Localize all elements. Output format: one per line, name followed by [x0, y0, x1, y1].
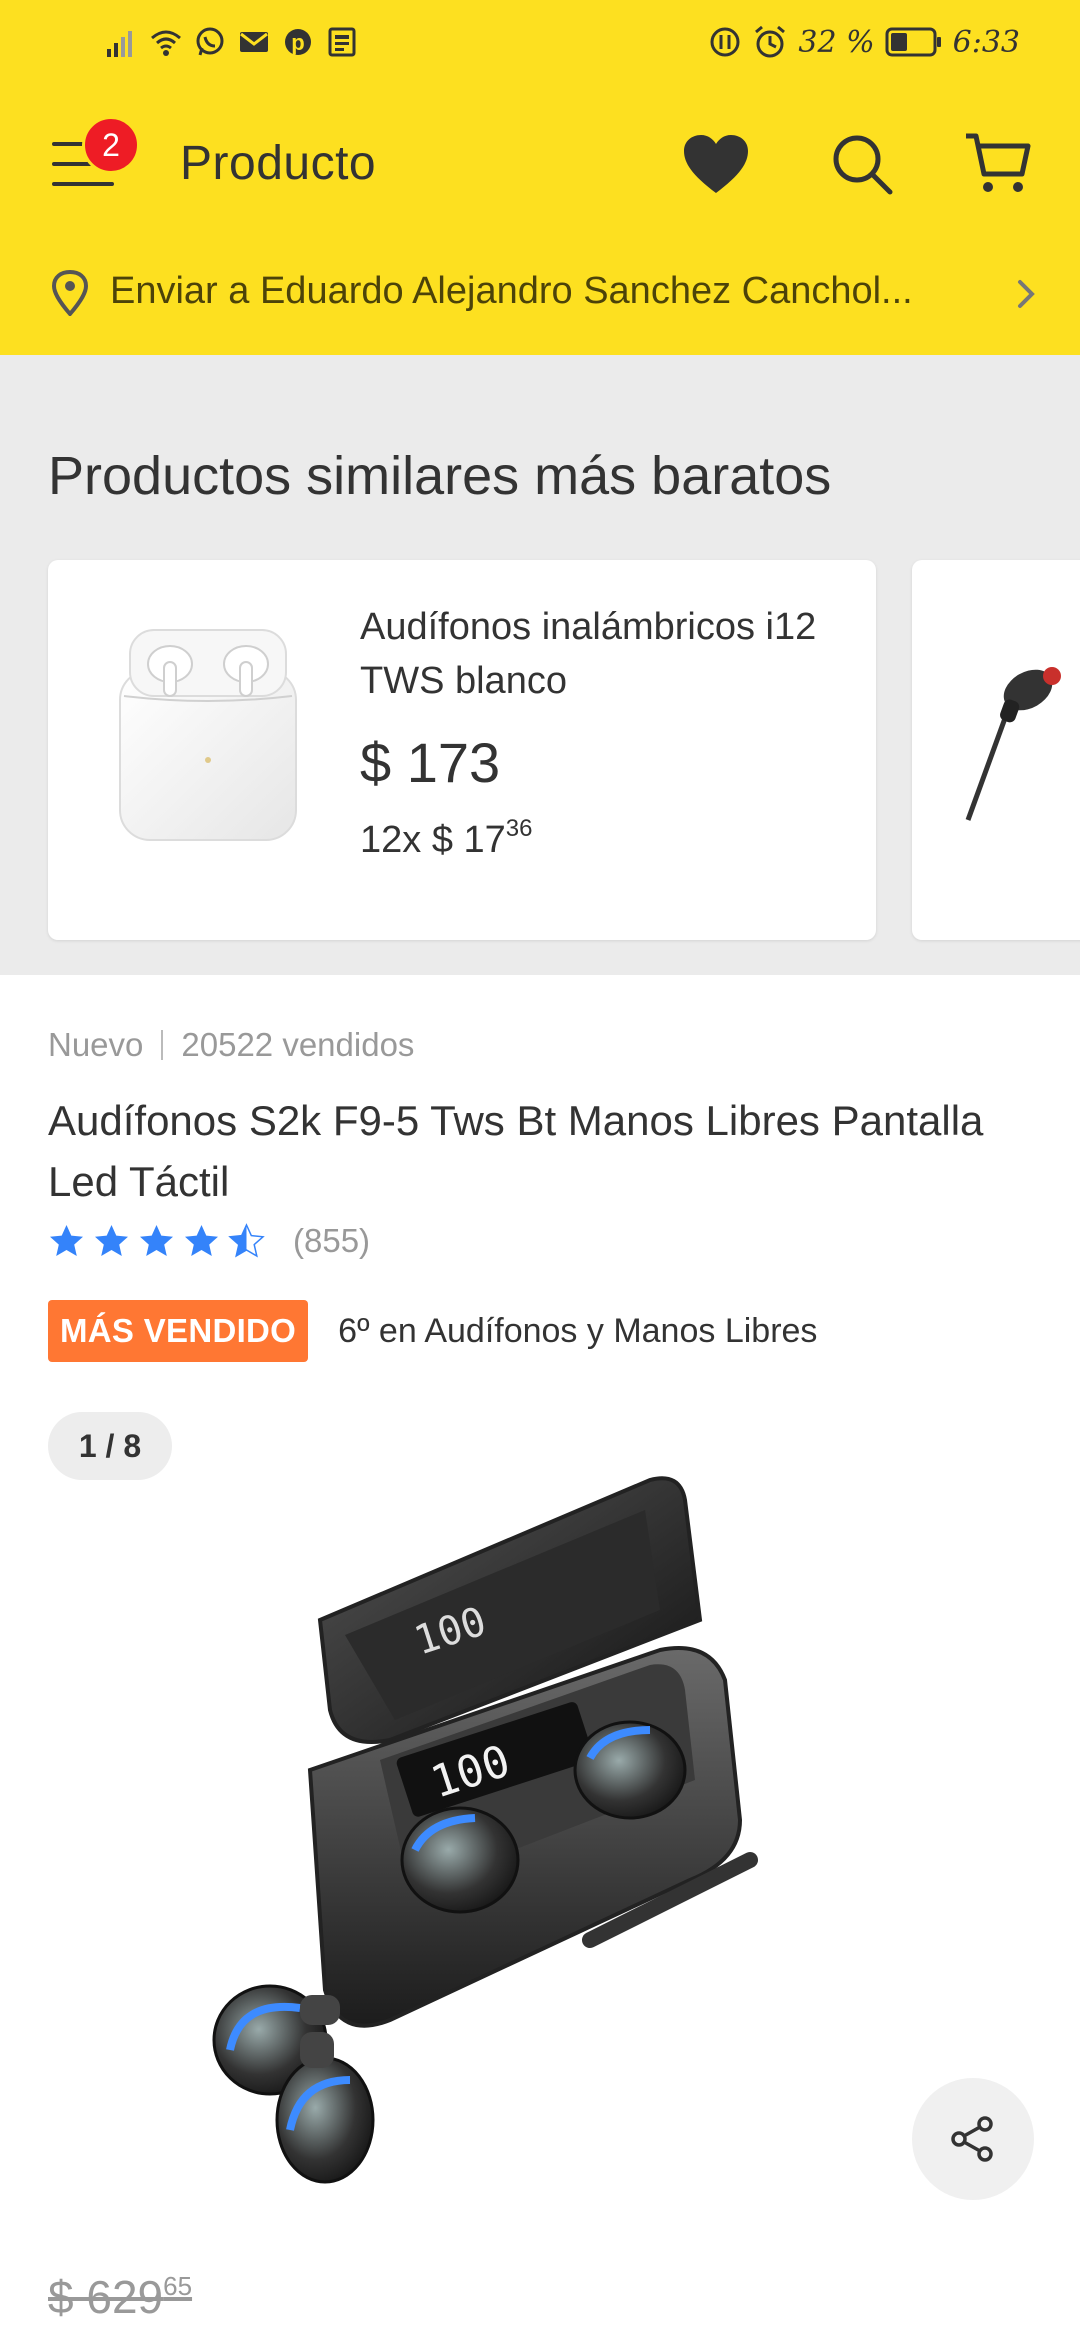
rating-stars — [48, 1222, 265, 1260]
chevron-right-icon — [1018, 280, 1035, 308]
notification-badge: 2 — [82, 116, 140, 174]
similar-product-card-next[interactable] — [912, 560, 1080, 940]
share-button[interactable] — [912, 2078, 1034, 2200]
bestseller-badge: MÁS VENDIDO — [48, 1300, 309, 1362]
share-icon — [951, 2116, 993, 2162]
shipping-address-text: Enviar a Eduardo Alejandro Sanchez Canch… — [110, 270, 913, 312]
divider — [161, 1030, 164, 1060]
gallery-counter: 1 / 8 — [48, 1412, 172, 1480]
svg-text:p: p — [291, 30, 304, 55]
product-condition-row: Nuevo 20522 vendidos — [48, 1026, 414, 1064]
category-ranking-link[interactable]: 6º en Audífonos y Manos Libres — [338, 1312, 817, 1351]
cart-icon — [966, 133, 1031, 192]
battery-percent: 32 % — [798, 24, 875, 60]
cart-button[interactable] — [958, 124, 1038, 204]
similar-product-card[interactable]: Audífonos inalámbricos i12 TWS blanco $ … — [48, 560, 876, 940]
installments-cents: 36 — [505, 815, 533, 842]
star-icon — [50, 1224, 83, 1256]
star-icon — [140, 1224, 173, 1256]
news-icon — [328, 27, 356, 57]
data-saver-icon — [710, 27, 740, 57]
wired-earphone-image — [965, 667, 1061, 821]
product-gallery[interactable]: 1 / 8 100 100 — [0, 1400, 1080, 2250]
pinterest-icon: p — [285, 29, 311, 55]
rating-count: (855) — [293, 1222, 371, 1259]
similar-products-title: Productos similares más baratos — [48, 446, 832, 506]
similar-product-installments: 12x $ 1736 — [360, 815, 533, 862]
rating-row[interactable]: (855) — [48, 1222, 370, 1260]
original-price-cents: 65 — [163, 2271, 193, 2301]
alarm-icon — [755, 25, 786, 58]
search-button[interactable] — [822, 124, 902, 204]
similar-product-name: Audífonos inalámbricos i12 TWS blanco — [360, 606, 817, 702]
star-icon — [185, 1224, 218, 1256]
status-icons-right: 32 % 6:33 — [708, 22, 1020, 62]
battery-icon — [885, 27, 941, 57]
similar-product-price: $ 173 — [360, 731, 501, 794]
heart-icon — [684, 135, 748, 193]
product-image[interactable]: 100 100 — [190, 1440, 910, 2200]
installments-amount: 12x $ 17 — [360, 819, 506, 861]
star-icon — [95, 1224, 128, 1256]
bestseller-row: MÁS VENDIDO 6º en Audífonos y Manos Libr… — [48, 1300, 817, 1362]
whatsapp-icon — [196, 27, 224, 56]
status-bar: p 32 % 6:33 — [0, 0, 1080, 84]
product-title: Audífonos S2k F9-5 Tws Bt Manos Libres P… — [48, 1097, 984, 1205]
top-navbar: 2 Producto — [0, 84, 1080, 252]
signal-icon — [107, 31, 132, 57]
header-area: p 32 % 6:33 2 Producto Enviar a Eduardo … — [0, 0, 1080, 355]
wifi-icon — [151, 30, 181, 56]
sold-count: 20522 vendidos — [181, 1026, 415, 1063]
favorites-button[interactable] — [676, 124, 756, 204]
clock: 6:33 — [952, 24, 1020, 60]
search-icon — [833, 135, 893, 195]
mail-icon — [240, 32, 268, 52]
condition-label: Nuevo — [48, 1026, 144, 1063]
similar-products-section: Productos similares más baratos Audífono… — [0, 355, 1080, 975]
original-price-amount: $ 629 — [48, 2271, 164, 2323]
page-title: Producto — [180, 137, 377, 190]
earbuds-case-image — [119, 629, 297, 841]
star-icon — [228, 1222, 265, 1258]
original-price: $ 62965 — [48, 2270, 192, 2324]
status-icons-left: p — [105, 24, 359, 60]
shipping-address-bar[interactable]: Enviar a Eduardo Alejandro Sanchez Canch… — [0, 252, 1080, 332]
location-pin-icon — [51, 270, 89, 316]
